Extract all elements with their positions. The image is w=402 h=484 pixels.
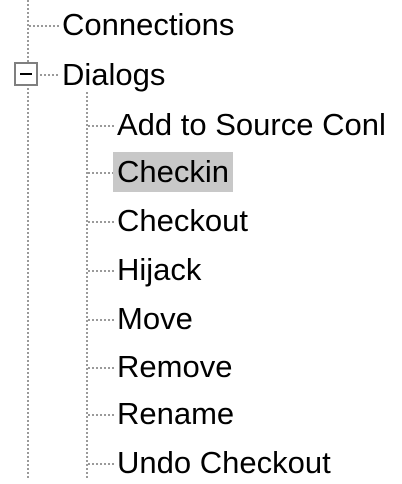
tree-item-label: Add to Source Conl (117, 107, 386, 142)
tree-item-label: Hijack (117, 252, 202, 287)
tree-connector (88, 463, 114, 465)
tree-connector (88, 414, 114, 416)
tree-item-label: Checkout (117, 203, 248, 238)
tree-item-label: Undo Checkout (117, 445, 331, 480)
tree-item-label: Connections (62, 7, 235, 42)
tree-item-remove[interactable]: Remove (113, 346, 236, 388)
tree-item-label: Remove (117, 349, 233, 384)
tree-connector (88, 270, 114, 272)
tree-connector (88, 367, 114, 369)
tree-item-hijack[interactable]: Hijack (113, 249, 205, 291)
tree-item-dialogs[interactable]: Dialogs (58, 54, 169, 96)
tree-view[interactable]: Connections Dialogs Add to Source Conl C… (0, 0, 402, 480)
tree-item-add-to-source-control[interactable]: Add to Source Conl (113, 104, 390, 146)
tree-item-checkout[interactable]: Checkout (113, 200, 252, 242)
tree-item-label: Rename (117, 396, 235, 431)
tree-connector (88, 125, 114, 127)
tree-item-label: Dialogs (62, 57, 166, 92)
tree-connector (88, 319, 114, 321)
tree-connector (29, 25, 59, 27)
tree-item-label: Move (117, 301, 193, 336)
tree-item-connections[interactable]: Connections (58, 4, 238, 46)
tree-connector (88, 221, 114, 223)
tree-guide-line-dialogs (86, 92, 88, 478)
tree-connector (40, 74, 58, 76)
minus-sign (20, 73, 32, 75)
tree-item-label-selected: Checkin (113, 152, 233, 192)
tree-item-checkin[interactable]: Checkin (113, 151, 233, 193)
tree-connector (88, 172, 114, 174)
collapse-minus-icon[interactable] (14, 62, 38, 86)
tree-item-move[interactable]: Move (113, 298, 197, 340)
tree-item-rename[interactable]: Rename (113, 393, 238, 435)
